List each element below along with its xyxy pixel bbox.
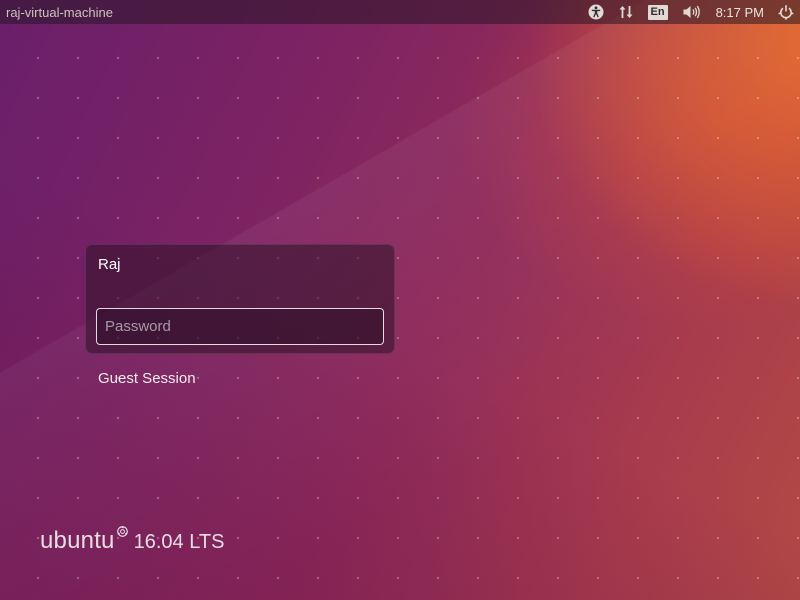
password-input[interactable] xyxy=(96,308,384,345)
power-gear-icon[interactable] xyxy=(778,0,794,24)
login-screen: raj-virtual-machine En 8:17 PM Raj Guest… xyxy=(0,0,800,600)
network-updown-icon[interactable] xyxy=(618,0,634,24)
ubuntu-branding: ubuntu 16.04 LTS xyxy=(40,524,225,555)
accessibility-icon[interactable] xyxy=(588,0,604,24)
hostname-label: raj-virtual-machine xyxy=(6,4,113,20)
keyboard-language-label: En xyxy=(647,4,668,20)
indicator-area: En 8:17 PM xyxy=(574,0,800,24)
clock-indicator[interactable]: 8:17 PM xyxy=(716,0,764,24)
user-name-label[interactable]: Raj xyxy=(98,256,121,273)
top-panel: raj-virtual-machine En 8:17 PM xyxy=(0,0,800,24)
clock-label: 8:17 PM xyxy=(715,4,764,20)
circle-of-friends-icon xyxy=(116,524,128,542)
guest-session-button[interactable]: Guest Session xyxy=(98,370,196,387)
ubuntu-wordmark: ubuntu xyxy=(40,527,115,554)
ubuntu-version-label: 16.04 LTS xyxy=(133,531,225,553)
login-panel: Raj xyxy=(85,244,395,354)
volume-icon[interactable] xyxy=(682,0,702,24)
keyboard-language-indicator[interactable]: En xyxy=(647,0,668,24)
